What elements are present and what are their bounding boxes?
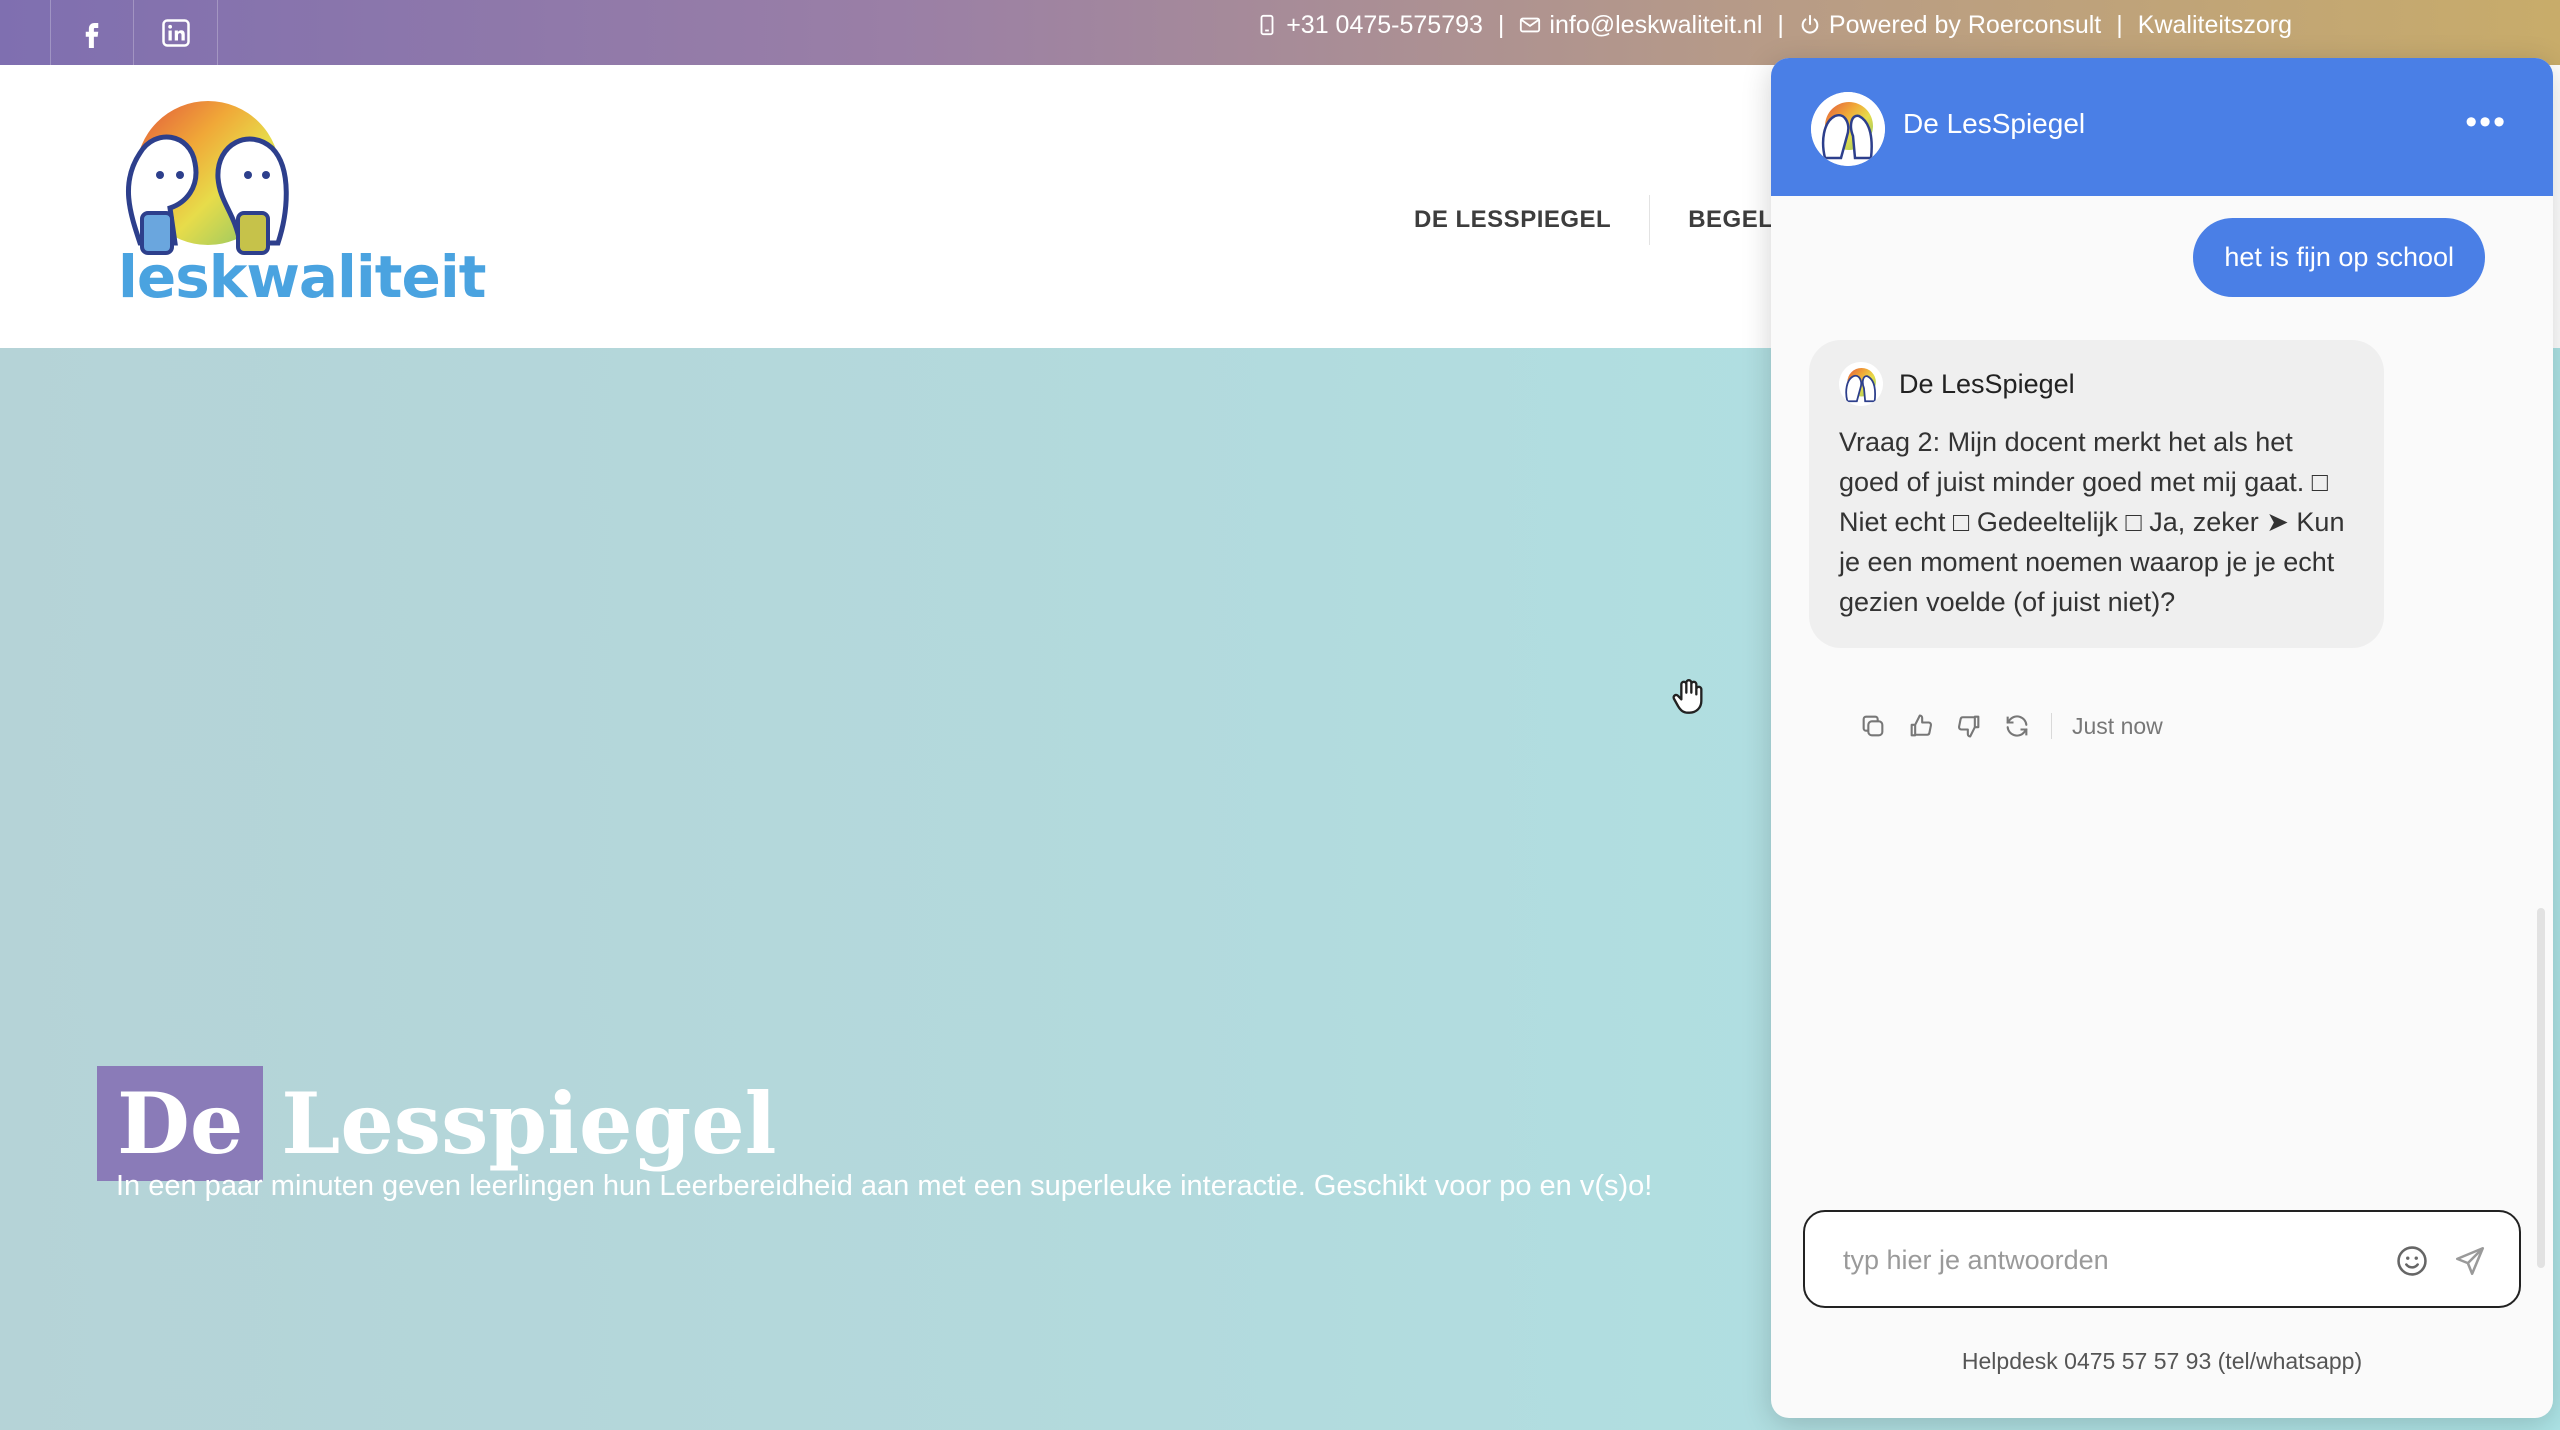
helpdesk-text: Helpdesk 0475 57 57 93 (tel/whatsapp) bbox=[1961, 1348, 2363, 1374]
nav-item-de-lesspiegel[interactable]: DE LESSPIEGEL bbox=[1414, 206, 1611, 234]
facebook-link[interactable] bbox=[50, 0, 134, 65]
phone-text: +31 0475-575793 bbox=[1286, 10, 1483, 39]
site-logo[interactable]: leskwaliteit bbox=[100, 93, 486, 323]
message-actions: Just now bbox=[1859, 712, 2163, 740]
hero-title-highlight: De bbox=[97, 1066, 264, 1182]
chat-header: De LesSpiegel ••• bbox=[1771, 58, 2553, 196]
chat-avatar-icon bbox=[1811, 92, 1885, 166]
separator: | bbox=[1497, 10, 1505, 39]
nav-divider bbox=[1649, 195, 1651, 245]
send-icon[interactable] bbox=[2453, 1244, 2487, 1278]
hand-cursor-icon bbox=[1672, 679, 1703, 714]
bot-avatar bbox=[1839, 362, 1883, 406]
power-icon bbox=[1801, 14, 1819, 34]
chat-widget: De LesSpiegel ••• het is fijn op school … bbox=[1771, 58, 2553, 1418]
refresh-icon[interactable] bbox=[2003, 712, 2031, 740]
chat-avatar bbox=[1811, 92, 1885, 166]
powered-by-link[interactable]: Powered by Roerconsult bbox=[1799, 11, 2101, 40]
facebook-icon bbox=[85, 22, 99, 48]
copy-icon[interactable] bbox=[1859, 712, 1887, 740]
nav-item-begeleiding[interactable]: BEGEL bbox=[1688, 206, 1773, 234]
hero-title: De Lesspiegel bbox=[97, 1066, 777, 1182]
message-timestamp: Just now bbox=[2072, 712, 2163, 739]
hero-title-rest: Lesspiegel bbox=[281, 1074, 777, 1174]
email-link[interactable]: info@leskwaliteit.nl bbox=[1519, 11, 1762, 40]
bot-message-text: Vraag 2: Mijn docent merkt het als het g… bbox=[1839, 427, 2345, 617]
actions-divider bbox=[2051, 713, 2052, 739]
thumbs-down-icon[interactable] bbox=[1955, 712, 1983, 740]
phone-icon bbox=[1260, 14, 1274, 36]
logo-faces-icon bbox=[125, 101, 289, 255]
top-bar: +31 0475-575793 | info@leskwaliteit.nl |… bbox=[0, 0, 2560, 65]
mail-icon bbox=[1520, 17, 1541, 33]
separator: | bbox=[2116, 10, 2123, 39]
chat-title: De LesSpiegel bbox=[1903, 108, 2086, 139]
linkedin-link[interactable] bbox=[134, 0, 218, 65]
thumbs-up-icon[interactable] bbox=[1907, 712, 1935, 740]
phone-link[interactable]: +31 0475-575793 bbox=[1256, 11, 1483, 40]
main-nav: DE LESSPIEGEL BEGEL bbox=[1414, 195, 1773, 245]
chat-scrollbar[interactable] bbox=[2537, 908, 2545, 1268]
logo-text: leskwaliteit bbox=[118, 243, 486, 311]
chat-menu-button[interactable]: ••• bbox=[2465, 105, 2507, 139]
powered-by-text: Powered by Roerconsult bbox=[1828, 10, 2102, 39]
kwaliteitszorg-link[interactable]: Kwaliteitszorg bbox=[2138, 11, 2292, 40]
hero-subtitle: In een paar minuten geven leerlingen hun… bbox=[116, 1170, 1653, 1202]
contact-info: +31 0475-575793 | info@leskwaliteit.nl |… bbox=[1256, 0, 2292, 50]
bot-avatar-icon bbox=[1839, 362, 1883, 406]
emoji-icon[interactable] bbox=[2395, 1244, 2429, 1278]
bot-name: De LesSpiegel bbox=[1899, 368, 2075, 399]
bot-message: De LesSpiegel Vraag 2: Mijn docent merkt… bbox=[1809, 340, 2384, 648]
linkedin-icon bbox=[161, 18, 190, 47]
user-message: het is fijn op school bbox=[2193, 218, 2485, 297]
chat-input[interactable] bbox=[1841, 1236, 2361, 1284]
bot-message-header: De LesSpiegel bbox=[1839, 362, 2354, 406]
separator: | bbox=[1777, 10, 1784, 39]
email-text: info@leskwaliteit.nl bbox=[1549, 10, 1763, 39]
chat-input-box bbox=[1803, 1210, 2521, 1308]
